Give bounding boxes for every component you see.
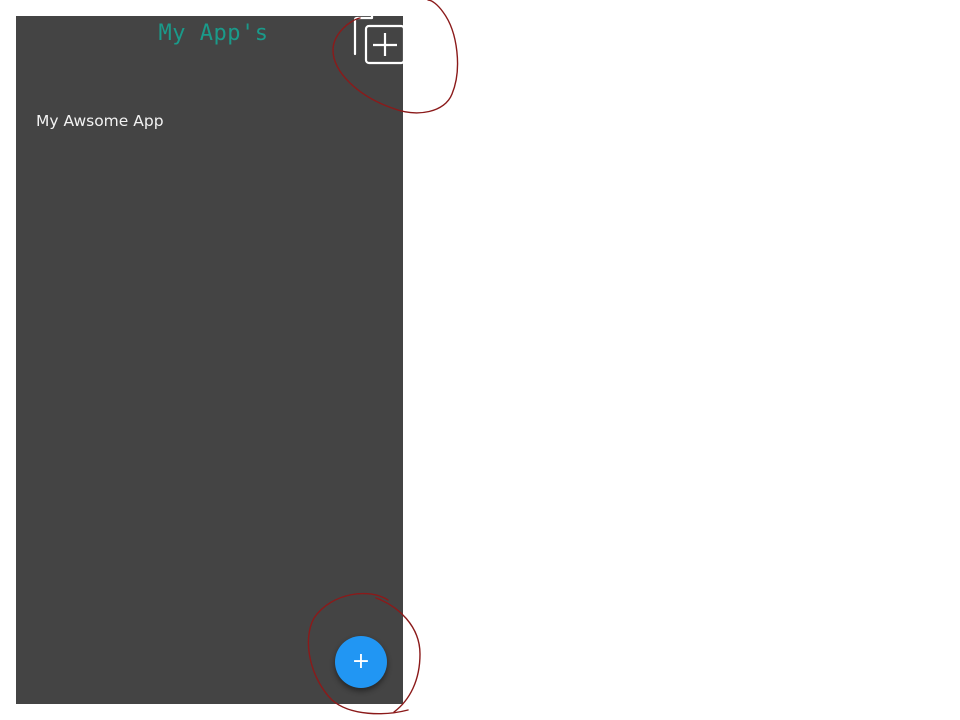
add-app-button[interactable] [352, 16, 403, 68]
page-title: My App's [158, 21, 269, 46]
plus-icon: + [351, 649, 371, 674]
library-add-icon [353, 16, 403, 65]
app-list: My Awsome App [36, 111, 164, 131]
screenshot-canvas: My App's My Awsome App + [0, 0, 960, 720]
add-fab-button[interactable]: + [335, 636, 387, 688]
app-screen: My App's My Awsome App + [16, 16, 403, 704]
list-item[interactable]: My Awsome App [36, 111, 164, 131]
